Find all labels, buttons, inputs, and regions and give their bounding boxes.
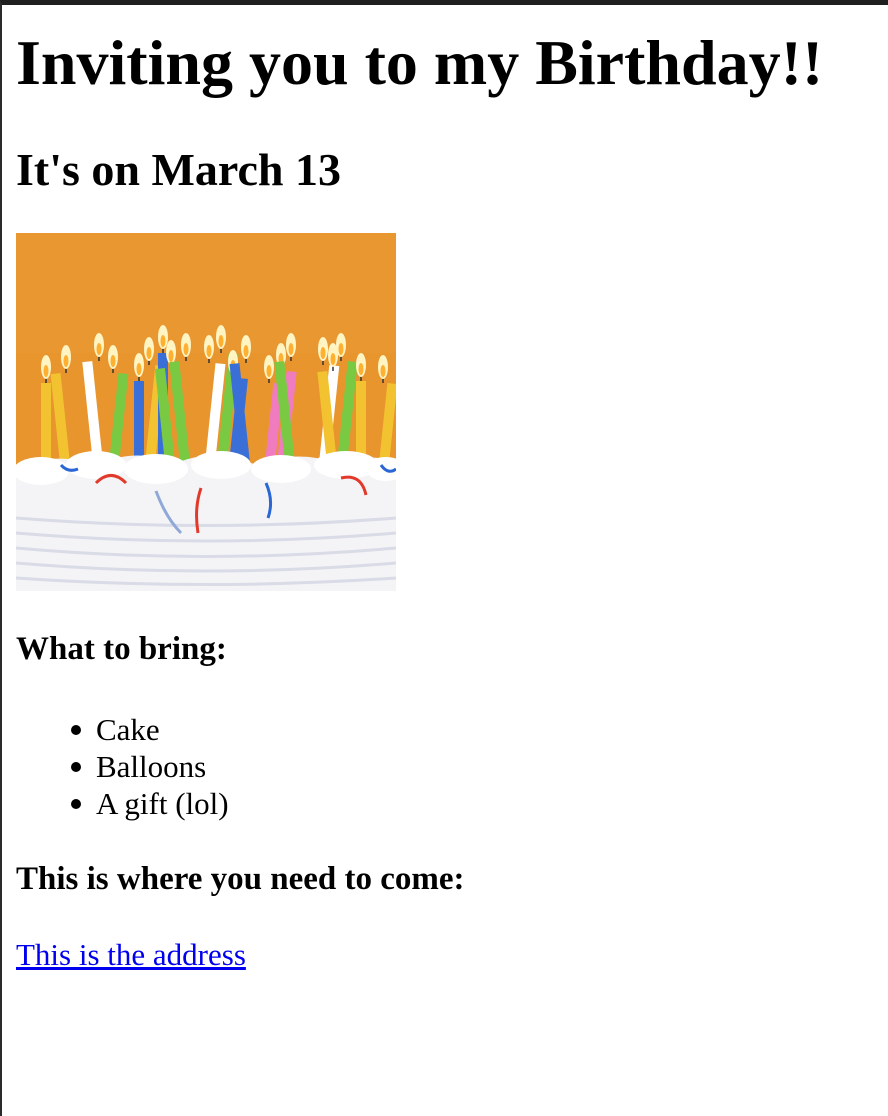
- list-item-label: A gift (lol): [96, 786, 229, 821]
- date-heading: It's on March 13: [16, 144, 341, 195]
- list-item: Balloons: [16, 748, 229, 785]
- what-to-bring-heading: What to bring:: [16, 631, 227, 667]
- bring-list: Cake Balloons A gift (lol): [16, 711, 229, 822]
- list-item: Cake: [16, 711, 229, 748]
- list-item-label: Balloons: [96, 749, 207, 784]
- bullet-icon: [71, 725, 81, 735]
- bullet-icon: [71, 762, 81, 772]
- list-item: A gift (lol): [16, 785, 229, 822]
- list-item-label: Cake: [96, 712, 160, 747]
- birthday-cake-image: [16, 233, 396, 591]
- browser-viewport: Inviting you to my Birthday!! It's on Ma…: [0, 0, 888, 1116]
- page-title: Inviting you to my Birthday!!: [16, 27, 824, 98]
- bullet-icon: [71, 799, 81, 809]
- address-link[interactable]: This is the address: [16, 937, 246, 973]
- where-to-come-heading: This is where you need to come:: [16, 861, 465, 897]
